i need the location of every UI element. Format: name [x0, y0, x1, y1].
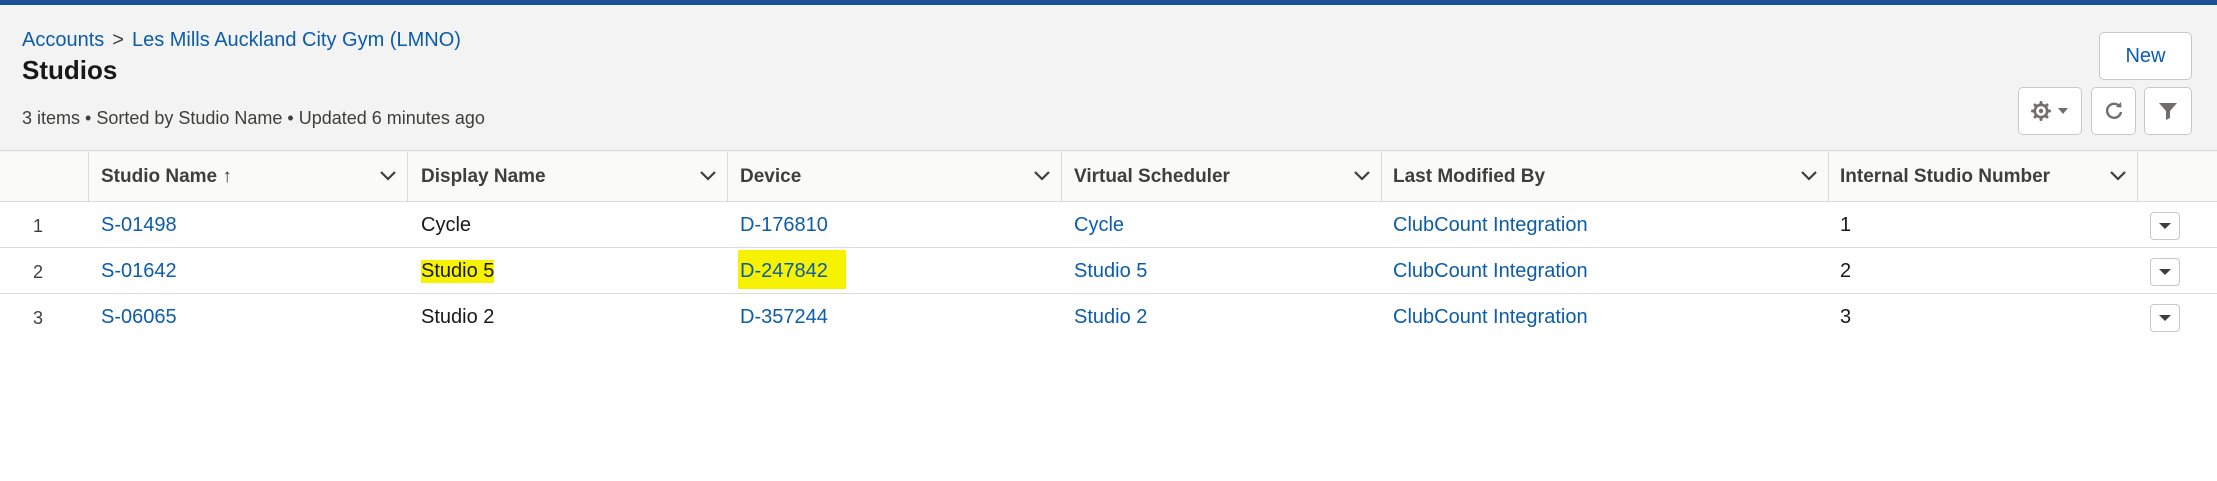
device-link[interactable]: D-176810 — [740, 214, 828, 237]
breadcrumb-account-link[interactable]: Les Mills Auckland City Gym (LMNO) — [132, 29, 461, 51]
chevron-down-icon — [2159, 315, 2171, 321]
row-actions-button[interactable] — [2150, 212, 2180, 240]
column-header-label: Virtual Scheduler — [1074, 166, 1230, 187]
display-name-cell: Studio 5 — [421, 260, 495, 283]
table-empty-area — [0, 338, 2217, 481]
virtual-scheduler-link[interactable]: Studio 5 — [1074, 260, 1147, 283]
chevron-down-icon[interactable] — [699, 169, 717, 183]
device-link[interactable]: D-357244 — [740, 306, 828, 329]
display-name-cell: Cycle — [421, 214, 472, 236]
table-row: 2 S-01642 Studio 5 D-247842 Studio 5 Clu… — [0, 248, 2217, 294]
filter-button[interactable] — [2144, 87, 2192, 135]
row-number-header — [0, 152, 89, 202]
page-title: Studios — [22, 55, 118, 85]
internal-studio-number-cell: 3 — [1840, 306, 1852, 328]
studio-name-link[interactable]: S-01642 — [101, 260, 177, 283]
device-link[interactable]: D-247842 — [738, 250, 846, 289]
studios-table: Studio Name ↑ Display Name Device Virtua… — [0, 152, 2217, 340]
column-header-label: Display Name — [421, 166, 546, 187]
column-header-label: Internal Studio Number — [1840, 166, 2051, 187]
last-modified-by-link[interactable]: ClubCount Integration — [1393, 260, 1588, 283]
breadcrumb: Accounts > Les Mills Auckland City Gym (LM… — [22, 29, 461, 52]
column-header-display-name[interactable]: Display Name — [408, 152, 728, 202]
studio-name-link[interactable]: S-06065 — [101, 306, 177, 329]
row-actions-button[interactable] — [2150, 304, 2180, 332]
filter-icon — [2159, 103, 2177, 120]
refresh-icon — [2105, 102, 2122, 119]
chevron-down-icon[interactable] — [1800, 169, 1818, 183]
column-header-internal-studio-number[interactable]: Internal Studio Number — [1829, 152, 2138, 202]
table-header-row: Studio Name ↑ Display Name Device Virtua… — [0, 152, 2217, 202]
row-actions-header — [2138, 152, 2217, 202]
internal-studio-number-cell: 1 — [1840, 214, 1852, 236]
refresh-button[interactable] — [2091, 87, 2136, 135]
row-actions-button[interactable] — [2150, 258, 2180, 286]
breadcrumb-separator: > — [112, 29, 124, 51]
column-header-label: Last Modified By — [1393, 166, 1546, 187]
chevron-down-icon — [2159, 223, 2171, 229]
column-header-virtual-scheduler[interactable]: Virtual Scheduler — [1062, 152, 1382, 202]
chevron-down-icon[interactable] — [1033, 169, 1051, 183]
chevron-down-icon[interactable] — [2109, 169, 2127, 183]
display-name-cell: Studio 2 — [421, 306, 495, 328]
internal-studio-number-cell: 2 — [1840, 260, 1852, 282]
row-number: 3 — [33, 308, 44, 328]
last-modified-by-link[interactable]: ClubCount Integration — [1393, 306, 1588, 329]
chevron-down-icon — [2159, 269, 2171, 275]
list-settings-button[interactable] — [2018, 87, 2082, 135]
table-row: 1 S-01498 Cycle D-176810 Cycle ClubCount… — [0, 202, 2217, 248]
column-header-last-modified-by[interactable]: Last Modified By — [1382, 152, 1829, 202]
new-button[interactable]: New — [2099, 32, 2192, 80]
list-summary: 3 items • Sorted by Studio Name • Update… — [22, 108, 485, 128]
last-modified-by-link[interactable]: ClubCount Integration — [1393, 214, 1588, 237]
row-number: 1 — [33, 216, 44, 236]
column-header-label: Studio Name ↑ — [101, 166, 232, 187]
studio-name-link[interactable]: S-01498 — [101, 214, 177, 237]
virtual-scheduler-link[interactable]: Studio 2 — [1074, 306, 1147, 329]
breadcrumb-accounts-link[interactable]: Accounts — [22, 29, 104, 51]
row-number: 2 — [33, 262, 44, 282]
chevron-down-icon[interactable] — [379, 169, 397, 183]
list-view-header: Accounts > Les Mills Auckland City Gym (LM… — [0, 5, 2217, 151]
virtual-scheduler-link[interactable]: Cycle — [1074, 214, 1124, 237]
table-row: 3 S-06065 Studio 2 D-357244 Studio 2 Clu… — [0, 294, 2217, 340]
column-header-studio-name[interactable]: Studio Name ↑ — [89, 152, 408, 202]
column-header-label: Device — [740, 166, 802, 187]
chevron-down-icon[interactable] — [1353, 169, 1371, 183]
column-header-device[interactable]: Device — [728, 152, 1062, 202]
gear-icon — [2031, 101, 2051, 121]
chevron-down-icon — [2058, 108, 2068, 114]
